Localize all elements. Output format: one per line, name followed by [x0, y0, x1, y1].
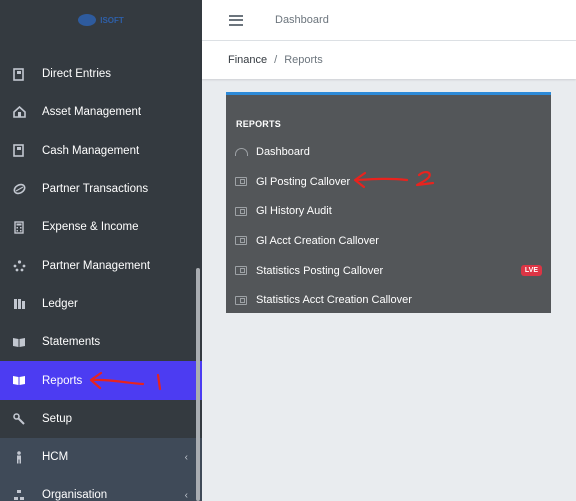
open-book-icon — [12, 335, 26, 349]
sidebar-item-label: Statements — [42, 336, 101, 349]
building-icon — [12, 105, 26, 119]
sidebar-item-label: Ledger — [42, 297, 78, 310]
sidebar-item-label: Setup — [42, 412, 73, 425]
top-navbar: Dashboard — [202, 0, 576, 41]
chevron-left-icon: ‹ — [184, 489, 188, 501]
open-book-icon — [12, 374, 26, 388]
logo-text: ISOFT — [100, 15, 124, 25]
report-item-label: Dashboard — [256, 145, 310, 158]
sitemap-icon — [12, 259, 26, 273]
sidebar-nav: Direct Entries Asset Management Cash Man… — [0, 55, 202, 501]
wallet-icon — [235, 266, 247, 276]
sidebar-item-ledger[interactable]: Ledger — [0, 285, 202, 323]
sidebar-item-label: Asset Management — [42, 106, 142, 119]
sidebar-item-label: Expense & Income — [42, 221, 139, 234]
coins-icon — [12, 182, 26, 196]
wallet-icon — [235, 206, 247, 216]
wallet-icon — [235, 295, 247, 305]
breadcrumb: Finance / Reports — [202, 41, 576, 79]
sidebar-item-label: Partner Transactions — [42, 183, 149, 196]
book-icon — [12, 67, 26, 81]
wallet-icon — [235, 236, 247, 246]
sidebar-item-expense-income[interactable]: Expense & Income — [0, 208, 202, 246]
sidebar: ISOFT Direct Entries Asset Management Ca… — [0, 0, 202, 501]
sidebar-item-cash-management[interactable]: Cash Management — [0, 132, 202, 170]
report-item-label: Gl Acct Creation Callover — [256, 234, 379, 247]
report-item-label: Statistics Posting Callover — [256, 264, 384, 277]
brand-logo[interactable]: ISOFT — [0, 0, 202, 40]
person-icon — [12, 450, 26, 464]
sidebar-item-setup[interactable]: Setup — [0, 400, 202, 438]
report-item-label: Gl Posting Callover — [256, 175, 351, 188]
sidebar-item-direct-entries[interactable]: Direct Entries — [0, 55, 202, 93]
sidebar-item-label: Direct Entries — [42, 68, 112, 81]
sidebar-item-statements[interactable]: Statements — [0, 323, 202, 361]
sidebar-item-asset-management[interactable]: Asset Management — [0, 93, 202, 131]
report-item-label: Statistics Acct Creation Callover — [256, 294, 412, 307]
sidebar-item-hcm[interactable]: HCM ‹ — [0, 437, 202, 477]
dashboard-link[interactable]: Dashboard — [275, 14, 329, 26]
report-item-dashboard[interactable]: Dashboard — [226, 137, 551, 167]
chevron-left-icon: ‹ — [184, 451, 188, 463]
panel-title: REPORTS — [236, 119, 281, 129]
status-badge: LVE — [520, 264, 542, 276]
sidebar-item-label: Partner Management — [42, 259, 151, 272]
ledger-icon — [12, 297, 26, 311]
org-icon — [12, 488, 26, 501]
reports-panel: REPORTS Dashboard Gl Posting Callover Gl… — [226, 92, 551, 313]
sidebar-item-partner-management[interactable]: Partner Management — [0, 246, 202, 284]
report-item-gl-acct-creation-callover[interactable]: Gl Acct Creation Callover — [226, 226, 551, 256]
wallet-icon — [235, 177, 247, 187]
report-item-gl-history-audit[interactable]: Gl History Audit — [226, 196, 551, 226]
calculator-icon — [12, 220, 26, 234]
report-item-statistics-acct-creation-callover[interactable]: Statistics Acct Creation Callover — [226, 285, 551, 315]
gauge-icon — [235, 147, 248, 156]
wrench-icon — [12, 412, 26, 426]
hamburger-menu-icon[interactable] — [229, 14, 243, 26]
breadcrumb-finance-link[interactable]: Finance — [228, 54, 267, 66]
sidebar-item-partner-transactions[interactable]: Partner Transactions — [0, 170, 202, 208]
sidebar-item-label: Cash Management — [42, 144, 140, 157]
sidebar-item-label: HCM — [42, 451, 69, 464]
sidebar-item-label: Organisation — [42, 489, 108, 501]
report-item-label: Gl History Audit — [256, 205, 332, 218]
sidebar-item-label: Reports — [42, 374, 83, 387]
sidebar-scrollbar[interactable] — [196, 268, 200, 501]
sidebar-item-organisation[interactable]: Organisation ‹ — [0, 476, 202, 501]
breadcrumb-separator: / — [274, 54, 278, 66]
book-icon — [12, 144, 26, 158]
report-item-gl-posting-callover[interactable]: Gl Posting Callover — [226, 167, 551, 197]
report-item-statistics-posting-callover[interactable]: Statistics Posting Callover LVE — [226, 256, 551, 286]
reports-menu: Dashboard Gl Posting Callover Gl History… — [226, 137, 551, 315]
logo-icon — [78, 14, 97, 26]
breadcrumb-current: Reports — [284, 54, 323, 66]
sidebar-item-reports[interactable]: Reports — [0, 361, 202, 400]
